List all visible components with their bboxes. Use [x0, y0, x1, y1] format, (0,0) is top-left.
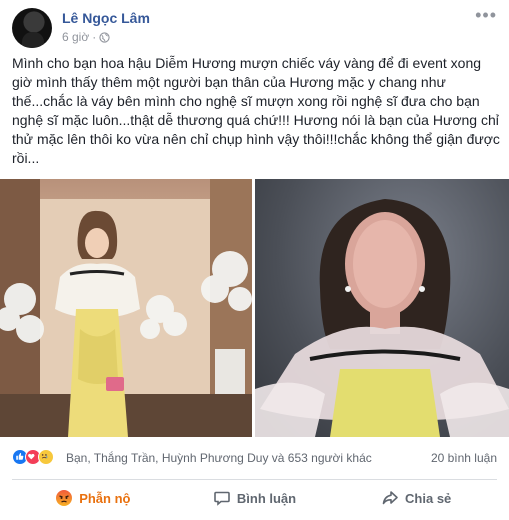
post-text: Mình cho bạn hoa hậu Diễm Hương mượn chi…	[12, 55, 500, 166]
reaction-summary[interactable]: Bạn, Thắng Trần, Huỳnh Phương Duy và 653…	[66, 451, 372, 465]
timestamp[interactable]: 6 giờ	[62, 30, 89, 44]
photo-right[interactable]	[255, 179, 509, 437]
angry-reaction-label: Phẫn nộ	[79, 490, 131, 506]
photo-left[interactable]	[0, 179, 252, 437]
photo-grid	[0, 179, 509, 437]
post-meta: 6 giờ ·	[62, 30, 110, 44]
divider	[12, 479, 497, 480]
comment-button[interactable]: Bình luận	[174, 482, 336, 514]
more-horizontal-icon[interactable]: •••	[475, 6, 497, 24]
sad-reaction-icon	[38, 449, 54, 465]
reaction-icons[interactable]	[12, 449, 54, 465]
post-header: Lê Ngọc Lâm 6 giờ · •••	[12, 6, 497, 48]
share-button[interactable]: Chia sẻ	[335, 482, 497, 514]
action-bar: Phẫn nộ Bình luận Chia sẻ	[12, 482, 497, 514]
share-label: Chia sẻ	[405, 490, 452, 506]
angry-face-icon	[56, 490, 73, 506]
comment-icon	[214, 491, 230, 506]
separator: ·	[92, 30, 97, 44]
angry-reaction-button[interactable]: Phẫn nộ	[12, 482, 174, 514]
reaction-stats: Bạn, Thắng Trần, Huỳnh Phương Duy và 653…	[12, 445, 497, 469]
photo-right-illustration	[255, 199, 509, 437]
post-card: Lê Ngọc Lâm 6 giờ · ••• Mình cho bạn hoa…	[0, 0, 509, 520]
author-name[interactable]: Lê Ngọc Lâm	[62, 10, 150, 26]
photo-left-illustration	[0, 179, 252, 437]
avatar[interactable]	[12, 8, 52, 48]
globe-icon[interactable]	[99, 31, 110, 43]
comment-count[interactable]: 20 bình luận	[431, 451, 497, 465]
comment-label: Bình luận	[236, 490, 297, 506]
share-icon	[382, 491, 398, 505]
